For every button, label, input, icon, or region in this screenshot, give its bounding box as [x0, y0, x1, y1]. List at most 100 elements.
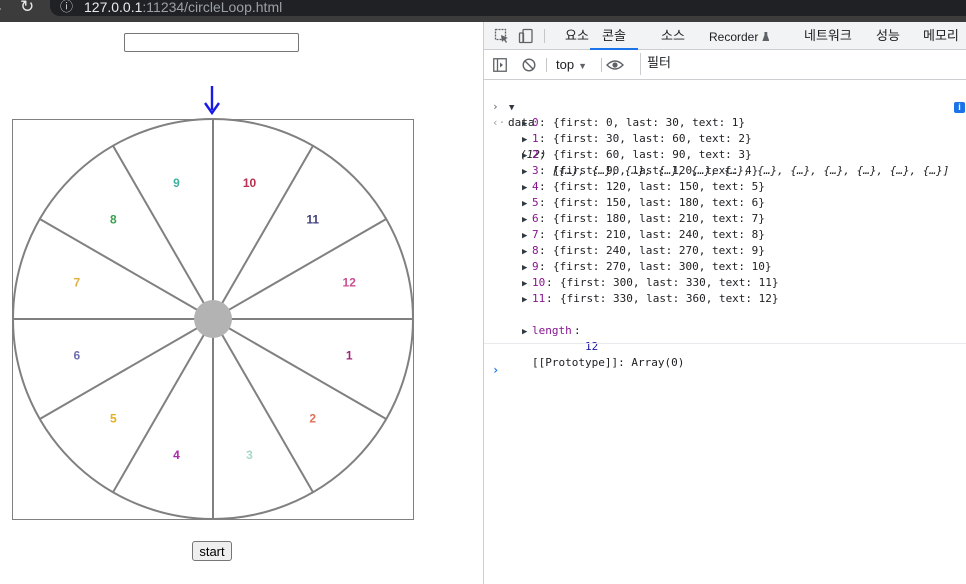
- segment-label: 7: [73, 276, 80, 290]
- expand-triangle-icon[interactable]: ▶: [522, 116, 527, 132]
- entry-index: 5: [532, 196, 539, 209]
- devtools-panel: 요소 콘솔 소스 Recorder 네트워크 성능 메모리 top ▼ 필터 › …: [483, 22, 966, 584]
- console-output: › data ‹· ▼ (12) [{…}, {…}, {…}, {…}, {……: [484, 80, 966, 584]
- info-icon[interactable]: i: [954, 102, 965, 113]
- nav-buttons: › ↻: [0, 0, 46, 22]
- expand-triangle-icon[interactable]: ▶: [522, 212, 527, 228]
- url-host: 127.0.0.1: [84, 0, 143, 15]
- entry-body: {first: 180, last: 210, text: 7}: [553, 212, 765, 225]
- toolbar-separator: [546, 58, 547, 72]
- expand-triangle-icon[interactable]: ▶: [522, 292, 527, 308]
- console-prompt[interactable]: ›: [484, 346, 524, 377]
- filter-placeholder: 필터: [647, 56, 671, 71]
- address-bar[interactable]: ⓘ 127.0.0.1:11234/circleLoop.html: [50, 0, 966, 16]
- tab-recorder[interactable]: Recorder: [709, 22, 770, 49]
- length-colon: :: [574, 324, 581, 337]
- entry-colon: :: [539, 244, 546, 257]
- device-toolbar-icon[interactable]: [518, 28, 534, 44]
- segment-label: 5: [110, 412, 117, 426]
- entry-body: {first: 270, last: 300, text: 10}: [553, 260, 772, 273]
- site-info-icon[interactable]: ⓘ: [60, 0, 73, 14]
- clear-console-icon[interactable]: [522, 58, 536, 72]
- entry-colon: :: [539, 228, 546, 241]
- expand-triangle-icon[interactable]: ▶: [522, 228, 527, 244]
- tab-sources[interactable]: 소스: [661, 22, 685, 49]
- back-arrow-icon[interactable]: ›: [0, 1, 1, 17]
- wheel-spoke: [39, 218, 214, 320]
- url-path: :11234/circleLoop.html: [142, 0, 283, 15]
- wheel-spoke: [212, 145, 314, 320]
- prototype-line[interactable]: ▶ [[Prototype]]: Array(0): [484, 323, 684, 369]
- context-selector[interactable]: top ▼: [556, 56, 587, 74]
- entry-index: 0: [532, 116, 539, 129]
- tab-console[interactable]: 콘솔: [590, 22, 638, 50]
- entry-colon: :: [539, 132, 546, 145]
- tab-memory[interactable]: 메모리: [923, 22, 959, 49]
- expand-triangle-icon[interactable]: ▶: [522, 164, 527, 180]
- devtools-tab-bar: 요소 콘솔 소스 Recorder 네트워크 성능 메모리: [484, 22, 966, 50]
- dropdown-caret-icon: ▼: [578, 61, 587, 71]
- browser-toolbar: › ↻ ⓘ 127.0.0.1:11234/circleLoop.html: [0, 0, 966, 22]
- entry-index: 9: [532, 260, 539, 273]
- expand-triangle-icon[interactable]: ▶: [522, 244, 527, 260]
- sidebar-toggle-icon[interactable]: [493, 58, 507, 72]
- entry-body: {first: 150, last: 180, text: 6}: [553, 196, 765, 209]
- entry-body: {first: 300, last: 330, text: 11}: [560, 276, 779, 289]
- entry-body: {first: 30, last: 60, text: 2}: [553, 132, 752, 145]
- prompt-chevron-icon: ›: [492, 363, 500, 377]
- segment-label: 10: [243, 176, 257, 190]
- console-result-line[interactable]: ‹· ▼ (12) [{…}, {…}, {…}, {…}, {…}, {…},…: [484, 99, 965, 177]
- tab-console-label: 콘솔: [602, 29, 626, 44]
- entry-index: 8: [532, 244, 539, 257]
- tab-performance[interactable]: 성능: [876, 22, 900, 49]
- console-input-line: › data: [484, 83, 535, 129]
- length-line: length: 12: [484, 307, 598, 353]
- roulette-wheel: 123456789 101112: [12, 86, 414, 520]
- expand-triangle-icon[interactable]: ▼: [509, 100, 514, 116]
- entry-colon: :: [539, 164, 546, 177]
- entry-index: 2: [532, 148, 539, 161]
- segment-label: 4: [173, 448, 180, 462]
- expand-triangle-icon[interactable]: ▶: [522, 132, 527, 148]
- segment-label: 2: [309, 412, 316, 426]
- entry-colon: :: [539, 148, 546, 161]
- tab-memory-label: 메모리: [923, 29, 959, 44]
- entry-index: 11: [532, 292, 546, 305]
- segment-label: 1: [346, 348, 353, 362]
- segment-label: 12: [343, 276, 357, 290]
- inspect-element-icon[interactable]: [494, 28, 510, 44]
- entry-body: {first: 90, last: 120, text: 4}: [553, 164, 759, 177]
- wheel-spoke: [212, 318, 314, 493]
- tab-network-label: 네트워크: [804, 29, 852, 44]
- entry-body: {first: 120, last: 150, text: 5}: [553, 180, 765, 193]
- expand-triangle-icon[interactable]: ▶: [522, 196, 527, 212]
- start-button[interactable]: start: [192, 541, 232, 561]
- expand-triangle-icon[interactable]: ▶: [522, 276, 527, 292]
- expand-triangle-icon[interactable]: ▶: [522, 260, 527, 276]
- entry-index: 10: [532, 276, 546, 289]
- experiment-flask-icon: [762, 32, 770, 41]
- context-label: top: [556, 57, 575, 72]
- entry-body: {first: 0, last: 30, text: 1}: [553, 116, 746, 129]
- tab-elements-label: 요소: [565, 29, 589, 44]
- prototype-text: [[Prototype]]: Array(0): [532, 356, 685, 369]
- console-toolbar: top ▼ 필터: [484, 50, 966, 80]
- live-expression-eye-icon[interactable]: [606, 59, 624, 71]
- wheel-spoke: [39, 318, 214, 420]
- length-value: 12: [585, 340, 599, 353]
- tab-performance-label: 성능: [876, 29, 900, 44]
- entry-colon: :: [539, 212, 546, 225]
- tab-network[interactable]: 네트워크: [804, 22, 852, 49]
- entry-index: 7: [532, 228, 539, 241]
- expand-triangle-icon[interactable]: ▶: [522, 148, 527, 164]
- url-text[interactable]: 127.0.0.1:11234/circleLoop.html: [84, 0, 282, 14]
- entry-index: 3: [532, 164, 539, 177]
- expand-triangle-icon[interactable]: ▶: [522, 324, 527, 340]
- reload-icon[interactable]: ↻: [20, 0, 34, 15]
- wheel-spoke: [112, 145, 214, 320]
- expand-triangle-icon[interactable]: ▶: [522, 180, 527, 196]
- filter-input[interactable]: 필터: [640, 53, 966, 75]
- tab-elements[interactable]: 요소: [565, 22, 589, 49]
- result-arrow-icon: ‹·: [492, 116, 506, 129]
- entry-index: 1: [532, 132, 539, 145]
